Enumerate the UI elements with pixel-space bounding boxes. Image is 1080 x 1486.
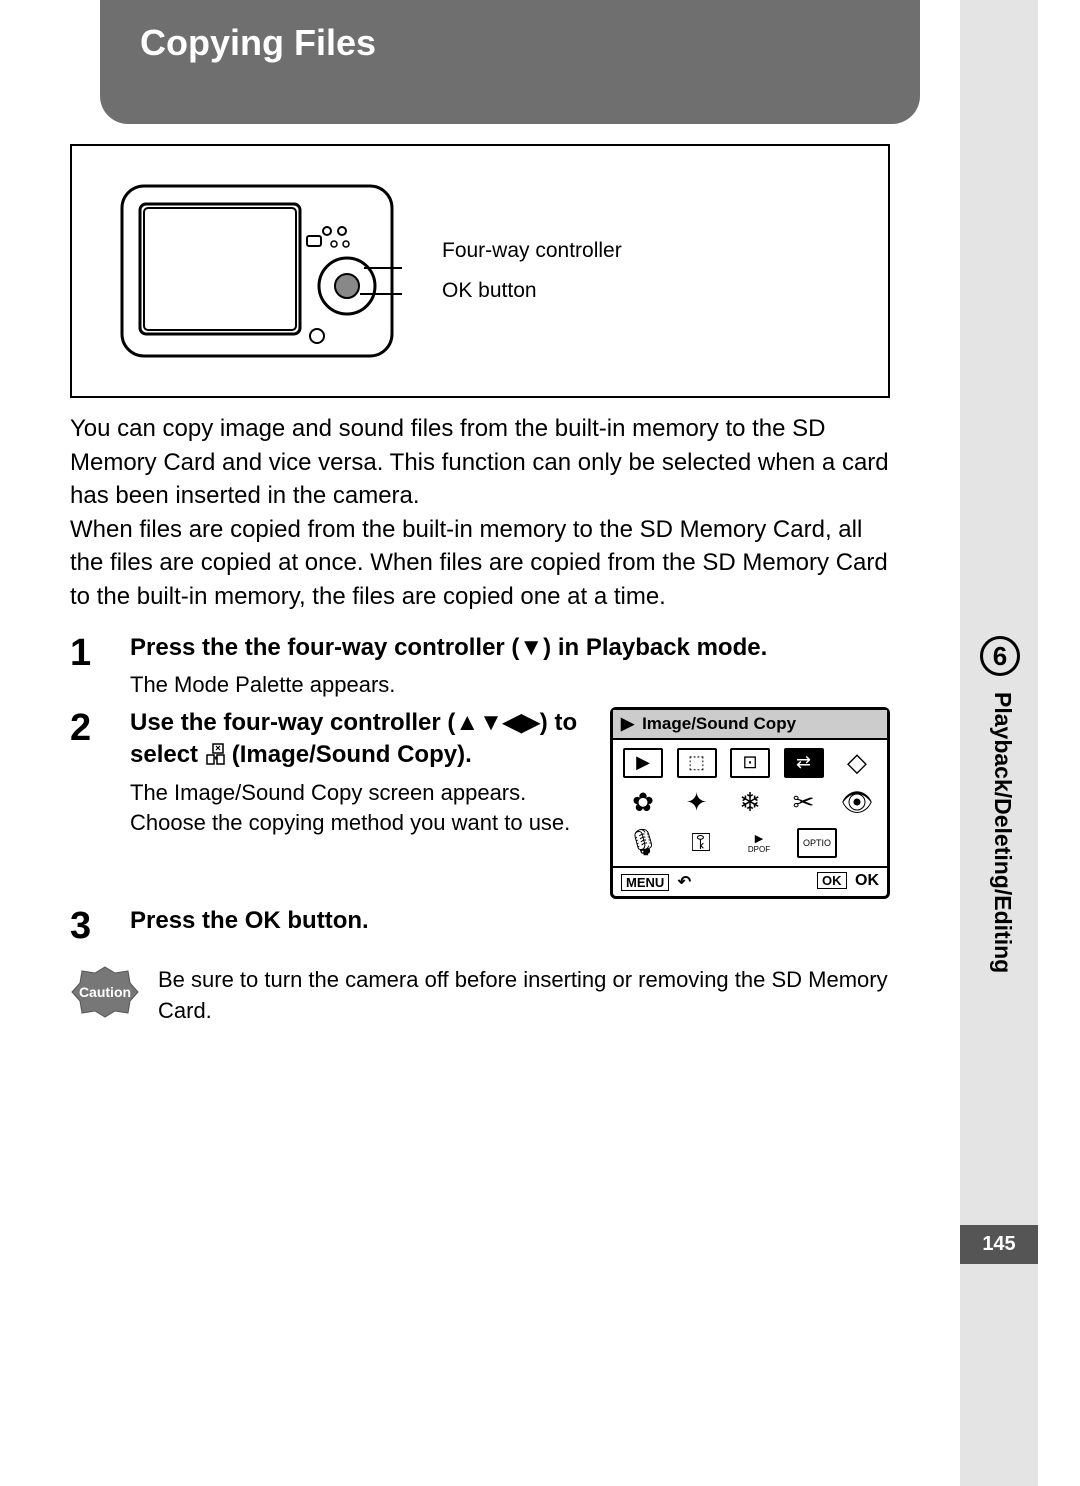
- svg-text:Caution: Caution: [79, 984, 131, 1000]
- ok-label: OK: [855, 872, 879, 889]
- caution-text: Be sure to turn the camera off before in…: [158, 965, 890, 1027]
- palette-icon-startup: OPTIO: [797, 828, 837, 858]
- step-heading: Press the the four-way controller (▼) in…: [130, 632, 890, 664]
- menu-button-label: MENU: [621, 874, 669, 891]
- callout-ok-button: OK button: [442, 271, 622, 311]
- palette-icon-dpof: ▶DPOF: [739, 828, 779, 858]
- camera-back-illustration: [112, 176, 402, 366]
- play-icon: ▶: [621, 714, 634, 734]
- steps-list: 1 Press the the four-way controller (▼) …: [70, 632, 890, 945]
- palette-icon-filter1: ✿: [623, 788, 663, 818]
- palette-icon-redeye: 👁: [837, 788, 877, 818]
- step-heading: Press the OK button.: [130, 905, 890, 937]
- palette-icon-brightness: ✦: [677, 788, 717, 818]
- palette-grid: ▶ ⬚ ⊡ ⇄ ◇ ✿ ✦ ❄ ✂ 👁: [613, 740, 887, 866]
- palette-icon-image-sound-copy: ⇄: [784, 748, 824, 778]
- page-title: Copying Files: [100, 0, 920, 124]
- step-number: 2: [70, 707, 106, 899]
- chapter-number-circle: 6: [980, 636, 1020, 676]
- step-2: 2 Use the four-way controller (▲▼◀▶) to …: [70, 707, 890, 899]
- step-1: 1 Press the the four-way controller (▼) …: [70, 632, 890, 701]
- step-number: 3: [70, 905, 106, 945]
- palette-icon-protect: ⚿: [681, 828, 721, 858]
- palette-icon-slideshow: ▶: [623, 748, 663, 778]
- ok-button-box: OK: [817, 872, 847, 889]
- page-number: 145: [960, 1225, 1038, 1264]
- image-sound-copy-icon: [205, 746, 232, 766]
- palette-icon-cut: ✂: [784, 788, 824, 818]
- step-heading: Use the four-way controller (▲▼◀▶) to se…: [130, 707, 590, 772]
- palette-icon-trimming: ⊡: [730, 748, 770, 778]
- palette-title: Image/Sound Copy: [642, 714, 796, 734]
- chapter-label-vertical: Playback/Deleting/Editing: [989, 692, 1016, 973]
- caution-icon: Caution: [70, 965, 140, 1019]
- back-icon: ↶: [678, 874, 691, 891]
- step-number: 1: [70, 632, 106, 701]
- palette-footer: MENU ↶ OK OK: [613, 866, 887, 896]
- step-subtext: The Mode Palette appears.: [130, 670, 890, 701]
- palette-icon-filter2: ❄: [730, 788, 770, 818]
- step-3: 3 Press the OK button.: [70, 905, 890, 945]
- caution-block: Caution Be sure to turn the camera off b…: [70, 965, 890, 1027]
- intro-paragraph: You can copy image and sound files from …: [70, 412, 890, 614]
- palette-icon-voice: 🎙: [623, 828, 663, 858]
- step2-head-post: (Image/Sound Copy).: [232, 741, 472, 768]
- camera-diagram-box: Four-way controller OK button: [70, 144, 890, 398]
- mode-palette-screen: ▶ Image/Sound Copy ▶ ⬚ ⊡ ⇄ ◇ ✿: [610, 707, 890, 899]
- palette-icon-rotate: ◇: [837, 748, 877, 778]
- palette-icon-resize: ⬚: [677, 748, 717, 778]
- palette-header: ▶ Image/Sound Copy: [613, 710, 887, 740]
- callout-four-way: Four-way controller: [442, 231, 622, 271]
- step-subtext: The Image/Sound Copy screen appears. Cho…: [130, 778, 590, 840]
